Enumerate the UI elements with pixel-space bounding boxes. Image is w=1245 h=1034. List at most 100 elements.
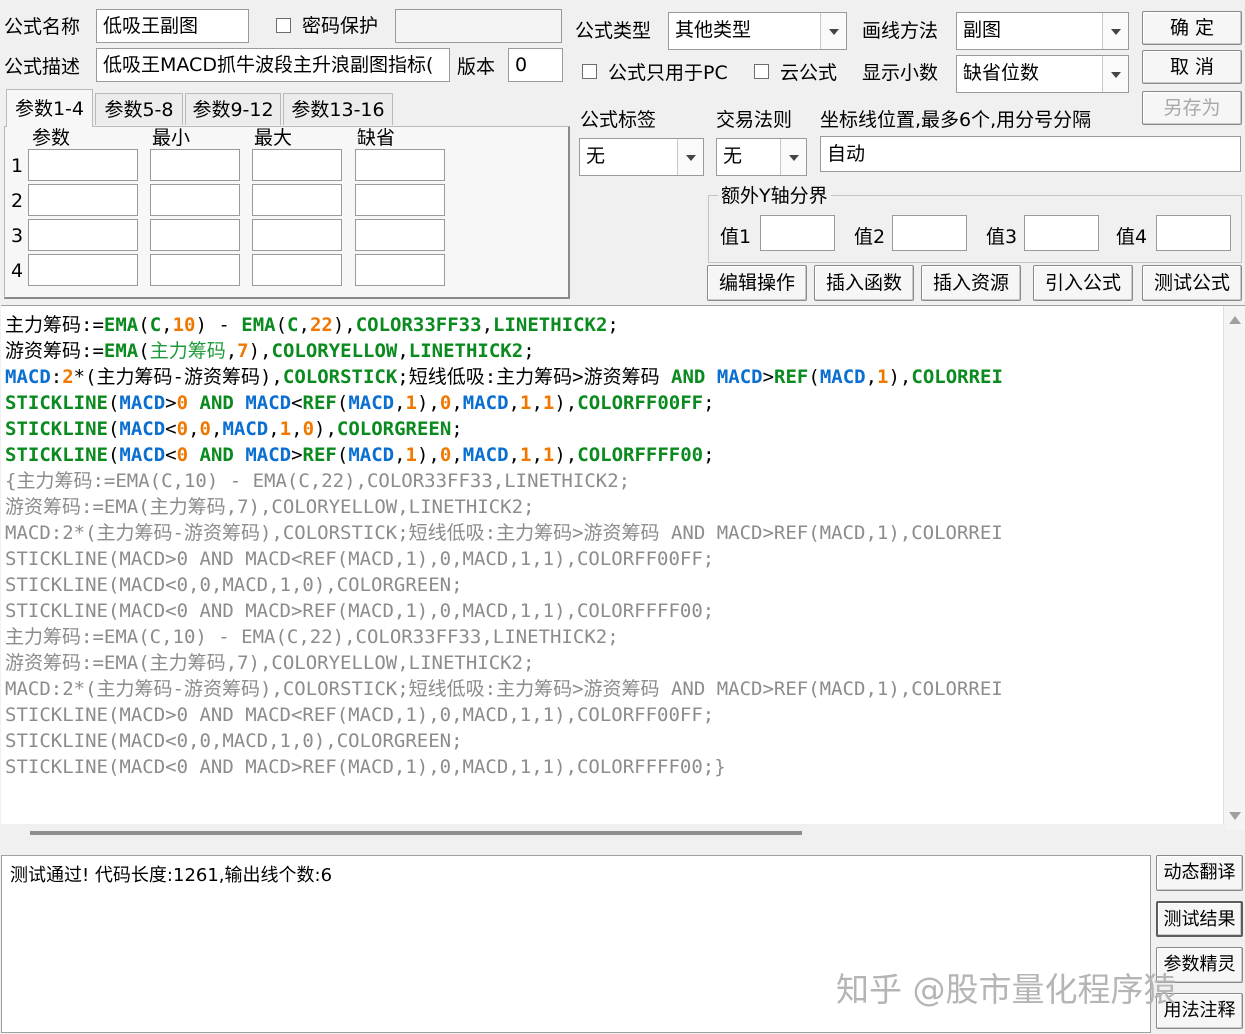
code-token: ; [451,418,463,440]
code-token: MACD [119,418,166,440]
decimals-select[interactable]: 缺省位数 [956,55,1129,93]
code-token: COLORFF00FF [577,392,704,414]
tab-params-1-4[interactable]: 参数1-4 [6,89,93,127]
value2-input[interactable] [892,215,967,251]
param-min-input[interactable] [150,219,240,251]
password-label: 密码保护 [302,15,379,37]
code-token: MACD [119,392,166,414]
watermark: 知乎 @股市量化程序猿 [836,970,1177,1009]
insert-function-button[interactable]: 插入函数 [814,265,914,301]
param-min-input[interactable] [150,149,240,181]
param-name-input[interactable] [28,149,138,181]
code-token: > [291,444,303,466]
axis-position-input[interactable]: 自动 [820,136,1241,172]
code-token: REF [774,366,809,388]
code-token: 0 [176,444,189,466]
formula-name-input[interactable]: 低吸王副图 [96,9,249,43]
pc-only-checkbox[interactable] [582,64,597,79]
horizontal-scroll-thumb[interactable] [30,831,802,835]
version-input[interactable]: 0 [508,48,563,82]
chevron-down-icon[interactable] [1102,56,1128,92]
code-line: STICKLINE(MACD<0 AND MACD>REF(MACD,1),0,… [5,442,1224,468]
formula-tag-select[interactable]: 无 [579,138,704,176]
insert-resource-button[interactable]: 插入资源 [921,265,1021,301]
code-token: , [268,418,280,440]
code-token: MACD [245,392,292,414]
trade-rule-select[interactable]: 无 [716,138,807,176]
value3-input[interactable] [1024,215,1099,251]
param-name-input[interactable] [28,254,138,286]
draw-method-select[interactable]: 副图 [956,12,1129,50]
code-token: 1 [542,392,555,414]
code-token: 10 [172,314,196,336]
code-comment-line: 游资筹码:=EMA(主力筹码,7),COLORYELLOW,LINETHICK2… [5,652,535,674]
scroll-up-icon[interactable] [1229,316,1241,324]
chevron-down-icon[interactable] [1102,13,1128,49]
cloud-formula-checkbox[interactable] [754,64,769,79]
code-token: C [149,314,162,336]
code-token: , [451,392,463,414]
code-comment-line: {主力筹码:=EMA(C,10) - EMA(C,22),COLOR33FF33… [5,470,631,492]
param-min-input[interactable] [150,184,240,216]
param-min-input[interactable] [150,254,240,286]
code-token: MACD [5,366,51,388]
param-max-input[interactable] [252,219,342,251]
param-default-input[interactable] [355,219,445,251]
code-token: ), [314,418,337,440]
param-header-min: 最小 [152,127,191,149]
decimals-label: 显示小数 [862,62,939,84]
code-token: MACD [245,444,292,466]
code-token: STICKLINE [5,418,108,440]
param-max-input[interactable] [252,184,342,216]
param-name-input[interactable] [28,219,138,251]
value1-input[interactable] [760,215,835,251]
code-token: EMA [103,314,139,336]
code-token: , [508,392,520,414]
code-token: , [531,444,543,466]
chevron-down-icon[interactable] [677,139,703,175]
code-token: MACD [348,392,395,414]
code-editor[interactable]: 主力筹码:=EMA(C,10) - EMA(C,22),COLOR33FF33,… [1,305,1245,830]
edit-ops-button[interactable]: 编辑操作 [707,265,807,301]
value4-input[interactable] [1156,215,1231,251]
tab-params-13-16[interactable]: 参数13-16 [283,93,393,125]
param-name-input[interactable] [28,184,138,216]
formula-desc-input[interactable]: 低吸王MACD抓牛波段主升浪副图指标( [96,48,450,82]
save-as-button[interactable]: 另存为 [1142,91,1242,125]
param-max-input[interactable] [252,149,342,181]
formula-type-select[interactable]: 其他类型 [668,12,847,50]
param-header-name: 参数 [32,127,71,149]
code-token: , [394,392,406,414]
import-formula-button[interactable]: 引入公式 [1033,265,1133,301]
code-token: ) - [195,314,242,336]
vertical-scrollbar[interactable] [1223,306,1245,830]
param-max-input[interactable] [252,254,342,286]
cancel-button[interactable]: 取 消 [1142,50,1242,84]
password-input[interactable] [395,9,562,43]
ok-button[interactable]: 确 定 [1142,11,1242,45]
test-formula-button[interactable]: 测试公式 [1142,265,1242,301]
code-token: ( [107,392,120,414]
password-checkbox[interactable] [276,18,291,33]
code-token: , [531,392,543,414]
tab-params-5-8[interactable]: 参数5-8 [95,93,183,125]
code-token: MACD [716,366,763,388]
value1-label: 值1 [720,226,752,248]
param-default-input[interactable] [355,184,445,216]
dynamic-translate-button[interactable]: 动态翻译 [1156,855,1243,891]
tab-params-9-12[interactable]: 参数9-12 [185,93,281,125]
code-token: ), [888,366,912,388]
code-text[interactable]: 主力筹码:=EMA(C,10) - EMA(C,22),COLOR33FF33,… [5,312,1224,780]
param-default-input[interactable] [355,149,445,181]
param-default-input[interactable] [355,254,445,286]
chevron-down-icon[interactable] [820,13,846,49]
code-comment-line: STICKLINE(MACD>0 AND MACD<REF(MACD,1),0,… [5,548,715,570]
scroll-down-icon[interactable] [1229,812,1241,820]
code-line: MACD:2*(主力筹码-游资筹码),COLORSTICK;短线低吸:主力筹码>… [5,364,1224,390]
chevron-down-icon[interactable] [780,139,806,175]
version-label: 版本 [457,56,496,78]
test-result-button[interactable]: 测试结果 [1156,901,1243,937]
extra-y-axis-label: 额外Y轴分界 [718,184,831,208]
